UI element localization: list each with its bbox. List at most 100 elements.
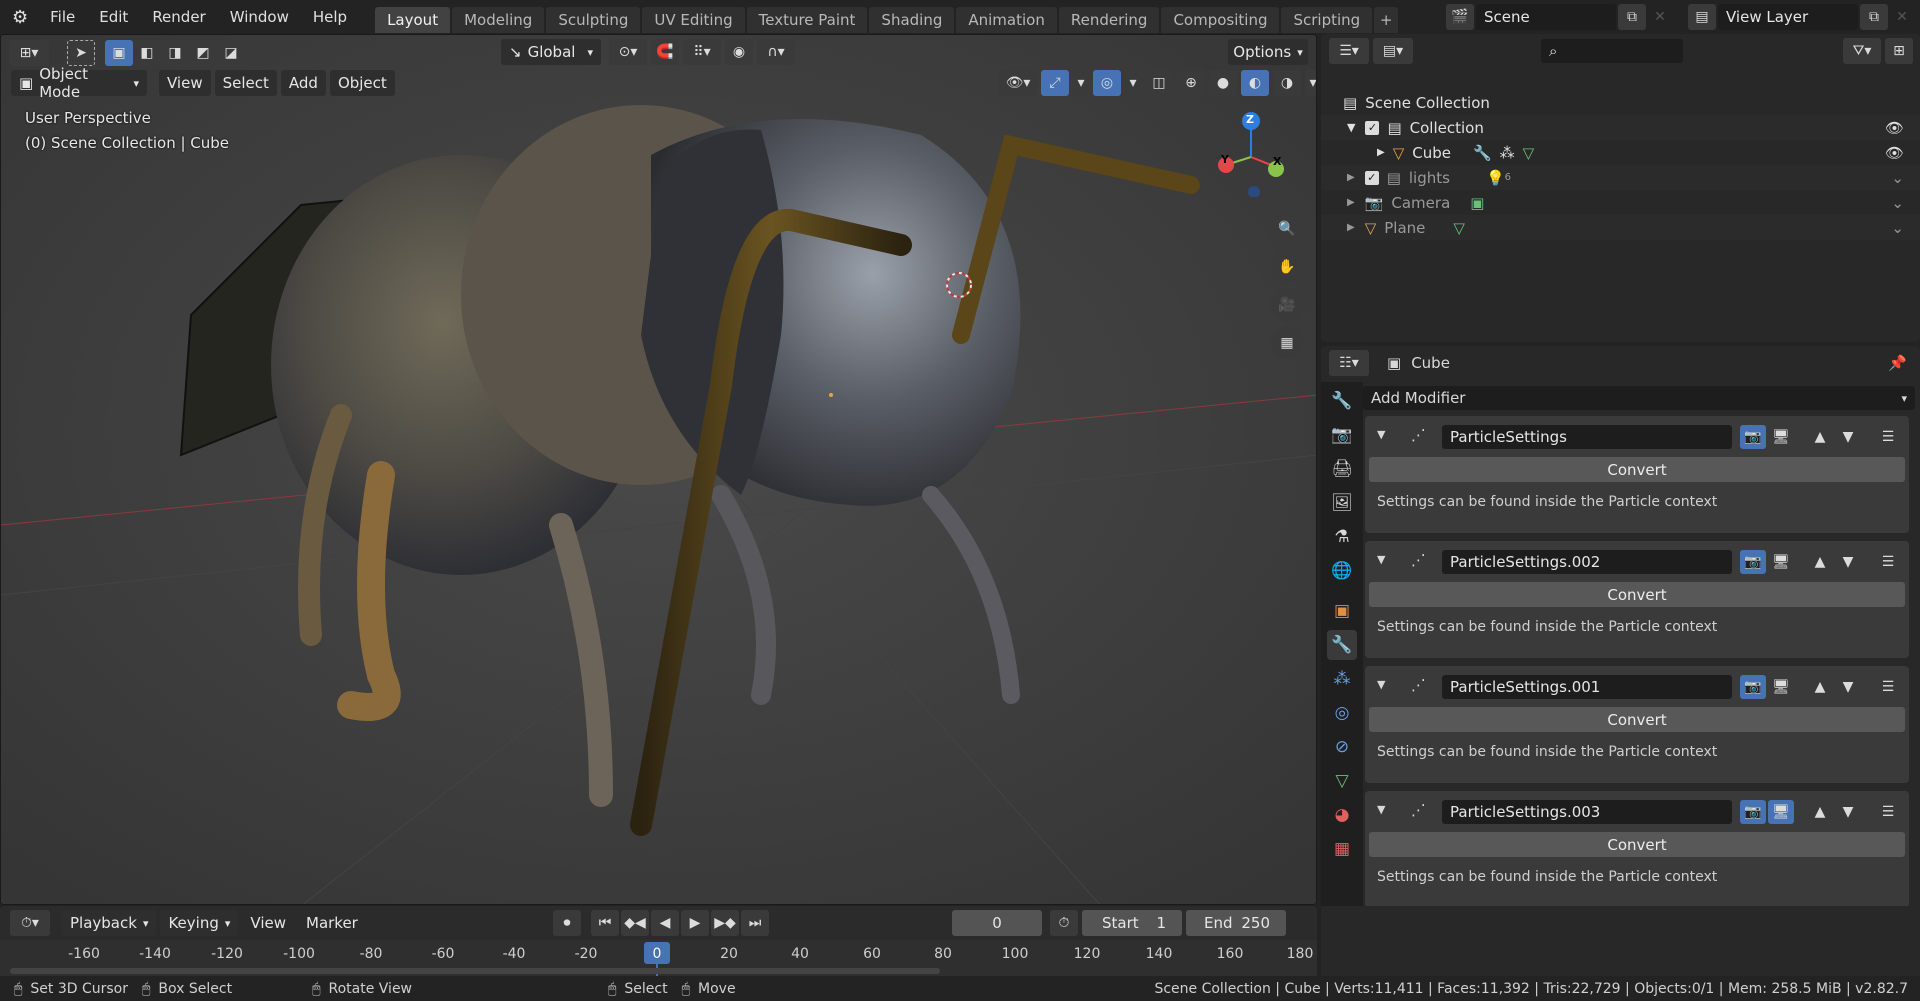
prev-keyframe-icon[interactable]: ◆◀ — [621, 910, 649, 936]
tab-modeling[interactable]: Modeling — [452, 6, 545, 33]
mesh-data-icon[interactable]: ▽ — [1523, 144, 1535, 162]
timeline-panel[interactable]: ⏱▾ Playback ▾ Keying ▾ View Marker ⏺ ⏮ ◆◀ … — [0, 906, 1317, 976]
render-tab-icon[interactable]: 📷 — [1327, 420, 1357, 450]
menu-edit[interactable]: Edit — [87, 0, 140, 34]
gizmo-dropdown-icon[interactable]: ▾ — [1073, 70, 1089, 96]
jump-start-icon[interactable]: ⏮ — [591, 910, 619, 936]
select-box-invert-icon[interactable]: ◩ — [189, 40, 217, 66]
collapse-arrow-icon[interactable]: ▼ — [1377, 678, 1385, 691]
add-modifier-dropdown[interactable]: Add Modifier ▾ — [1363, 386, 1915, 410]
expand-arrow-icon[interactable]: ▶ — [1347, 197, 1355, 208]
view-layer-tab-icon[interactable]: 🖼 — [1327, 488, 1357, 518]
expand-arrow-icon[interactable]: ▶ — [1347, 222, 1355, 233]
pivot-point-icon[interactable]: ⊙▾ — [609, 39, 647, 65]
tab-uv-editing[interactable]: UV Editing — [642, 6, 745, 33]
tab-animation[interactable]: Animation — [956, 6, 1057, 33]
add-workspace-icon[interactable]: + — [1374, 6, 1399, 33]
menu-add[interactable]: Add — [280, 70, 326, 96]
camera-view-icon[interactable]: 🎥 — [1271, 289, 1303, 321]
editor-type-icon[interactable]: ⊞▾ — [9, 40, 49, 66]
scene-selector-icon[interactable]: 🎬 — [1446, 4, 1474, 30]
outliner-row-camera[interactable]: ▶ 📷 Camera ▣ ⌄ — [1321, 190, 1920, 215]
current-frame-field[interactable]: 0 — [952, 910, 1042, 936]
blender-logo-icon[interactable]: ⚙ — [0, 0, 38, 34]
timeline-scrollbar[interactable] — [10, 968, 940, 974]
outliner-row-collection[interactable]: ▼ ✓ ▤ Collection 👁 — [1321, 115, 1920, 140]
move-up-icon[interactable]: ▲ — [1807, 800, 1833, 824]
convert-button[interactable]: Convert — [1369, 457, 1905, 482]
lights-checkbox[interactable]: ✓ — [1364, 170, 1379, 185]
modifier-options-icon[interactable]: ☰ — [1875, 425, 1901, 449]
select-box-intersect-icon[interactable]: ◪ — [217, 40, 245, 66]
menu-window[interactable]: Window — [218, 0, 301, 34]
overlay-dropdown-icon[interactable]: ▾ — [1125, 70, 1141, 96]
eye-icon[interactable]: 👁 — [1885, 144, 1904, 162]
display-mode-icon[interactable]: ▤▾ — [1373, 38, 1413, 64]
timeline-editor-type-icon[interactable]: ⏱▾ — [10, 910, 50, 936]
jump-end-icon[interactable]: ⏭ — [741, 910, 769, 936]
new-collection-icon[interactable]: ⊞ — [1885, 38, 1913, 64]
tool-tab-icon[interactable]: 🔧 — [1327, 386, 1357, 416]
ortho-grid-icon[interactable]: ▦ — [1271, 327, 1303, 359]
tab-rendering[interactable]: Rendering — [1058, 6, 1160, 33]
outliner-editor-type-icon[interactable]: ☰▾ — [1329, 38, 1369, 64]
expand-arrow-icon[interactable]: ▶ — [1377, 147, 1385, 158]
new-scene-icon[interactable]: ⧉ — [1618, 4, 1646, 30]
new-view-layer-icon[interactable]: ⧉ — [1860, 4, 1888, 30]
timeline-view-menu[interactable]: View — [242, 910, 294, 936]
zoom-icon[interactable]: 🔍 — [1271, 213, 1303, 245]
modifier-options-icon[interactable]: ☰ — [1875, 550, 1901, 574]
tab-sculpting[interactable]: Sculpting — [546, 6, 641, 33]
material-shading-icon[interactable]: ◐ — [1241, 70, 1269, 96]
output-tab-icon[interactable]: 🖨 — [1327, 454, 1357, 484]
menu-file[interactable]: File — [38, 0, 87, 34]
record-icon[interactable]: ⏺ — [553, 910, 581, 936]
show-viewport-icon[interactable]: 🖥 — [1768, 425, 1794, 449]
menu-render[interactable]: Render — [140, 0, 217, 34]
outliner-search-input[interactable]: ⌕ — [1541, 39, 1683, 63]
collapse-arrow-icon[interactable]: ▼ — [1377, 428, 1385, 441]
view-layer-selector-icon[interactable]: ▤ — [1688, 4, 1716, 30]
data-tab-icon[interactable]: ▽ — [1327, 766, 1357, 796]
particles-icon[interactable]: ⁂ — [1500, 144, 1515, 162]
select-box-subtract-icon[interactable]: ◨ — [161, 40, 189, 66]
rendered-shading-icon[interactable]: ◑ — [1273, 70, 1301, 96]
select-box-extend-icon[interactable]: ◧ — [133, 40, 161, 66]
modifier-name-field[interactable]: ParticleSettings.002 — [1442, 550, 1732, 574]
menu-view[interactable]: View — [159, 70, 211, 96]
move-up-icon[interactable]: ▲ — [1807, 675, 1833, 699]
modifier-name-field[interactable]: ParticleSettings.001 — [1442, 675, 1732, 699]
menu-select[interactable]: Select — [214, 70, 277, 96]
move-up-icon[interactable]: ▲ — [1807, 425, 1833, 449]
material-tab-icon[interactable]: ◕ — [1327, 800, 1357, 830]
scene-tab-icon[interactable]: ⚗ — [1327, 522, 1357, 552]
modifier-options-icon[interactable]: ☰ — [1875, 800, 1901, 824]
modifier-options-icon[interactable]: ☰ — [1875, 675, 1901, 699]
modifiers-tab-icon[interactable]: 🔧 — [1327, 630, 1357, 660]
tab-scripting[interactable]: Scripting — [1281, 6, 1373, 33]
viewport-scene[interactable] — [1, 35, 1317, 905]
xray-toggle-icon[interactable]: ◫ — [1145, 70, 1173, 96]
particles-tab-icon[interactable]: ⁂ — [1327, 664, 1357, 694]
convert-button[interactable]: Convert — [1369, 707, 1905, 732]
move-down-icon[interactable]: ▼ — [1835, 425, 1861, 449]
end-frame-field[interactable]: End 250 — [1186, 910, 1286, 936]
gizmo-toggle-icon[interactable]: ⤢ — [1041, 70, 1069, 96]
collapse-arrow-icon[interactable]: ▼ — [1377, 553, 1385, 566]
outliner-row-plane[interactable]: ▶ ▽ Plane ▽ ⌄ — [1321, 215, 1920, 240]
menu-help[interactable]: Help — [301, 0, 359, 34]
tab-compositing[interactable]: Compositing — [1161, 6, 1280, 33]
pan-hand-icon[interactable]: ✋ — [1271, 251, 1303, 283]
select-tool-icon[interactable]: ➤ — [67, 40, 95, 66]
show-render-icon[interactable]: 📷 — [1740, 675, 1766, 699]
move-down-icon[interactable]: ▼ — [1835, 550, 1861, 574]
show-render-icon[interactable]: 📷 — [1740, 800, 1766, 824]
shading-dropdown-icon[interactable]: ▾ — [1305, 70, 1316, 96]
start-frame-field[interactable]: Start 1 — [1082, 910, 1182, 936]
texture-tab-icon[interactable]: ▦ — [1327, 834, 1357, 864]
light-bulb-icon[interactable]: 💡 — [1486, 169, 1505, 187]
marker-menu[interactable]: Marker — [298, 910, 366, 936]
tab-texture-paint[interactable]: Texture Paint — [746, 6, 868, 33]
proportional-edit-icon[interactable]: ◉ — [725, 39, 753, 65]
collapsed-chevron-icon[interactable]: ⌄ — [1891, 169, 1904, 187]
